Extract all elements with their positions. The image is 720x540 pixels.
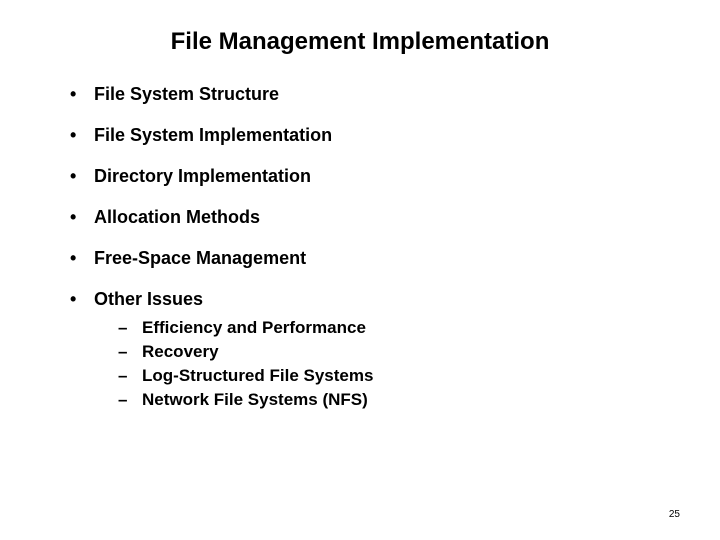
sub-bullet-item: Log-Structured File Systems	[118, 366, 670, 386]
bullet-text: Free-Space Management	[94, 248, 306, 268]
bullet-item: File System Structure	[70, 84, 670, 105]
bullet-text: File System Structure	[94, 84, 279, 104]
bullet-item: Directory Implementation	[70, 166, 670, 187]
bullet-text: Directory Implementation	[94, 166, 311, 186]
sub-bullet-item: Recovery	[118, 342, 670, 362]
sub-bullet-text: Recovery	[142, 342, 219, 361]
slide-title: File Management Implementation	[50, 28, 670, 56]
sub-bullet-text: Efficiency and Performance	[142, 318, 366, 337]
sub-bullet-text: Network File Systems (NFS)	[142, 390, 368, 409]
sub-bullet-list: Efficiency and Performance Recovery Log-…	[94, 318, 670, 410]
main-bullet-list: File System Structure File System Implem…	[50, 84, 670, 410]
sub-bullet-item: Efficiency and Performance	[118, 318, 670, 338]
sub-bullet-item: Network File Systems (NFS)	[118, 390, 670, 410]
bullet-item: Other Issues Efficiency and Performance …	[70, 289, 670, 410]
bullet-text: Other Issues	[94, 289, 203, 309]
bullet-item: File System Implementation	[70, 125, 670, 146]
bullet-item: Free-Space Management	[70, 248, 670, 269]
sub-bullet-text: Log-Structured File Systems	[142, 366, 373, 385]
page-number: 25	[669, 509, 680, 520]
bullet-text: Allocation Methods	[94, 207, 260, 227]
bullet-item: Allocation Methods	[70, 207, 670, 228]
bullet-text: File System Implementation	[94, 125, 332, 145]
